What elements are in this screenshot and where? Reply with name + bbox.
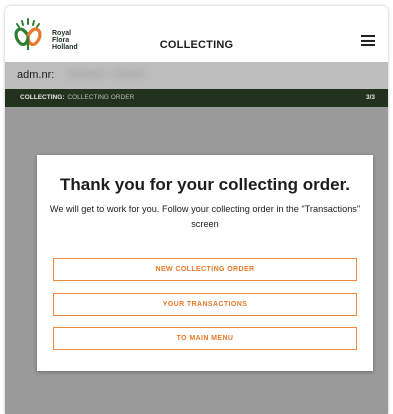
- step-label: COLLECTING:: [20, 94, 65, 101]
- step-indicator: COLLECTING: COLLECTING ORDER: [20, 89, 134, 107]
- admin-number-bar: adm.nr: 000000 - 00000: [5, 62, 388, 89]
- to-main-menu-button[interactable]: TO MAIN MENU: [53, 327, 357, 350]
- page-title: COLLECTING: [159, 39, 234, 51]
- menu-bar: [361, 44, 375, 46]
- dialog-title: Thank you for your collecting order.: [60, 175, 350, 194]
- confirmation-dialog: Thank you for your collecting order. We …: [37, 155, 373, 371]
- app-header: Royal Flora Holland COLLECTING: [5, 6, 388, 62]
- step-name: COLLECTING ORDER: [67, 94, 135, 101]
- menu-bar: [361, 39, 375, 42]
- step-progress-bar: COLLECTING: COLLECTING ORDER 3/3: [5, 89, 388, 107]
- your-transactions-button[interactable]: YOUR TRANSACTIONS: [53, 293, 357, 316]
- admin-number-label: adm.nr:: [17, 69, 55, 81]
- new-collecting-order-button[interactable]: NEW COLLECTING ORDER: [53, 258, 357, 281]
- admin-number-value: 000000 - 00000: [67, 69, 145, 81]
- hamburger-menu-icon[interactable]: [361, 35, 375, 46]
- step-count: 3/3: [365, 94, 375, 101]
- dialog-message: We will get to work for you. Follow your…: [49, 204, 361, 229]
- menu-bar: [361, 35, 375, 37]
- logo-line: Royal: [52, 30, 72, 37]
